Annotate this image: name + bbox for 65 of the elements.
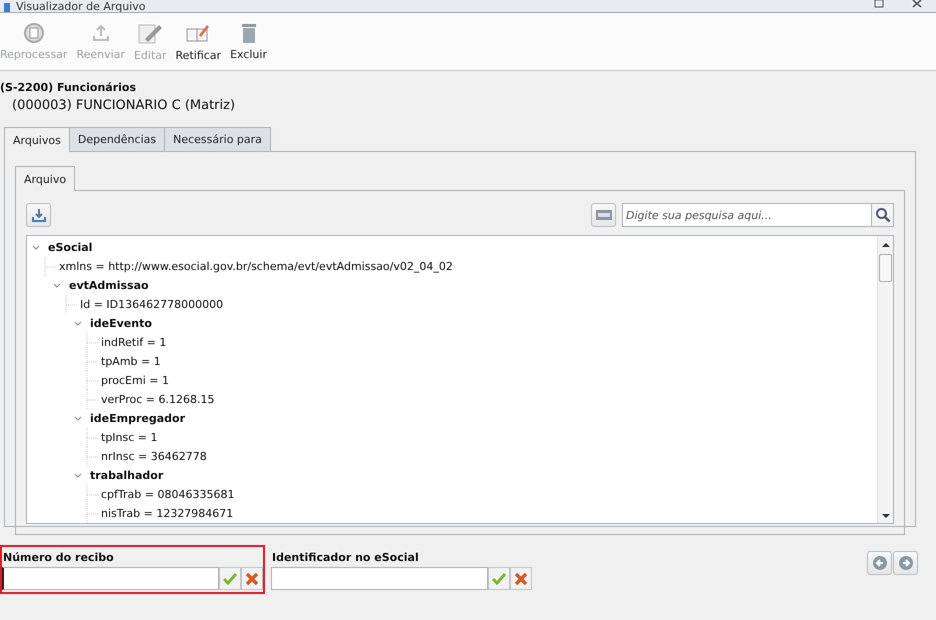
field-label: Número do recibo: [3, 551, 115, 564]
previous-button[interactable]: [867, 551, 892, 575]
scroll-thumb[interactable]: [879, 254, 892, 282]
close-icon: [245, 572, 259, 586]
toolbar-button[interactable]: Retificar: [176, 21, 226, 62]
tab[interactable]: Arquivo: [15, 166, 76, 191]
tree-attribute[interactable]: tpAmb = 1: [101, 355, 161, 368]
field-label: Identificador no eSocial: [272, 551, 420, 564]
tree-connector-icon: [86, 371, 100, 390]
download-button[interactable]: [26, 203, 51, 227]
close-icon[interactable]: [912, 0, 922, 8]
check-icon: [223, 572, 237, 584]
tree-attribute[interactable]: procEmi = 1: [101, 374, 169, 387]
tree-connector-icon: [86, 352, 100, 371]
tree-connector-icon: [44, 257, 58, 276]
xml-button[interactable]: [591, 203, 616, 227]
expand-caret-icon[interactable]: [31, 244, 41, 252]
cancel-button[interactable]: [241, 567, 263, 590]
tree-node-label[interactable]: ideEmpregador: [90, 412, 185, 425]
tree-connector-icon: [86, 428, 100, 447]
tree-connector-icon: [65, 295, 79, 314]
tree-attribute[interactable]: indRetif = 1: [101, 336, 166, 349]
input-field[interactable]: [2, 567, 219, 590]
close-icon: [514, 572, 528, 586]
check-icon: [492, 572, 506, 584]
tree-connector-icon: [86, 333, 100, 352]
input-field[interactable]: [271, 567, 488, 590]
tab[interactable]: Dependências: [68, 127, 166, 152]
tree-connector-icon: [86, 447, 100, 466]
tab[interactable]: Necessário para: [164, 127, 271, 152]
tree-node-label[interactable]: eSocial: [48, 241, 92, 254]
tree-node-label[interactable]: ideEvento: [90, 317, 152, 330]
confirm-button[interactable]: [219, 567, 241, 590]
search-button[interactable]: [872, 203, 894, 227]
expand-caret-icon[interactable]: [52, 282, 62, 290]
scrollbar[interactable]: [877, 236, 893, 523]
restore-icon[interactable]: [874, 0, 884, 8]
event-title: (S-2200) Funcionários: [0, 81, 138, 94]
search-field[interactable]: Digite sua pesquisa aqui...: [622, 203, 872, 227]
document-icon: [4, 3, 10, 12]
download-icon: [30, 208, 46, 222]
tree-connector-icon: [86, 504, 100, 523]
xml-icon: [596, 210, 612, 220]
tree-attribute[interactable]: nisTrab = 12327984671: [101, 507, 234, 520]
expand-caret-icon[interactable]: [73, 320, 83, 328]
next-button[interactable]: [893, 551, 918, 575]
employee-name: (000003) FUNCIONARIO C (Matriz): [12, 98, 236, 113]
tree-node-label[interactable]: trabalhador: [90, 469, 164, 482]
tree-attribute[interactable]: verProc = 6.1268.15: [101, 393, 214, 406]
expand-caret-icon[interactable]: [73, 414, 83, 422]
tree-attribute[interactable]: xmlns = http://www.esocial.gov.br/schema/evt/evtAdmissao/v02_04_02: [59, 260, 453, 273]
tree-node-label[interactable]: evtAdmissao: [69, 279, 149, 292]
tree-attribute[interactable]: Id = ID136462778000000: [80, 298, 224, 311]
window-title: Visualizador de Arquivo: [16, 1, 146, 12]
tree-connector-icon: [86, 390, 100, 409]
expand-caret-icon[interactable]: [73, 472, 83, 480]
tree-attribute[interactable]: cpfTrab = 08046335681: [101, 488, 234, 501]
tree-attribute[interactable]: tpInsc = 1: [101, 431, 158, 444]
toolbar-button[interactable]: Excluir: [230, 22, 272, 61]
tree-connector-icon: [86, 485, 100, 504]
search-icon: [874, 207, 890, 223]
tab[interactable]: Arquivos: [4, 127, 70, 152]
confirm-button[interactable]: [488, 567, 510, 590]
cancel-button[interactable]: [510, 567, 532, 590]
tree-attribute[interactable]: nrInsc = 36462778: [101, 450, 207, 463]
